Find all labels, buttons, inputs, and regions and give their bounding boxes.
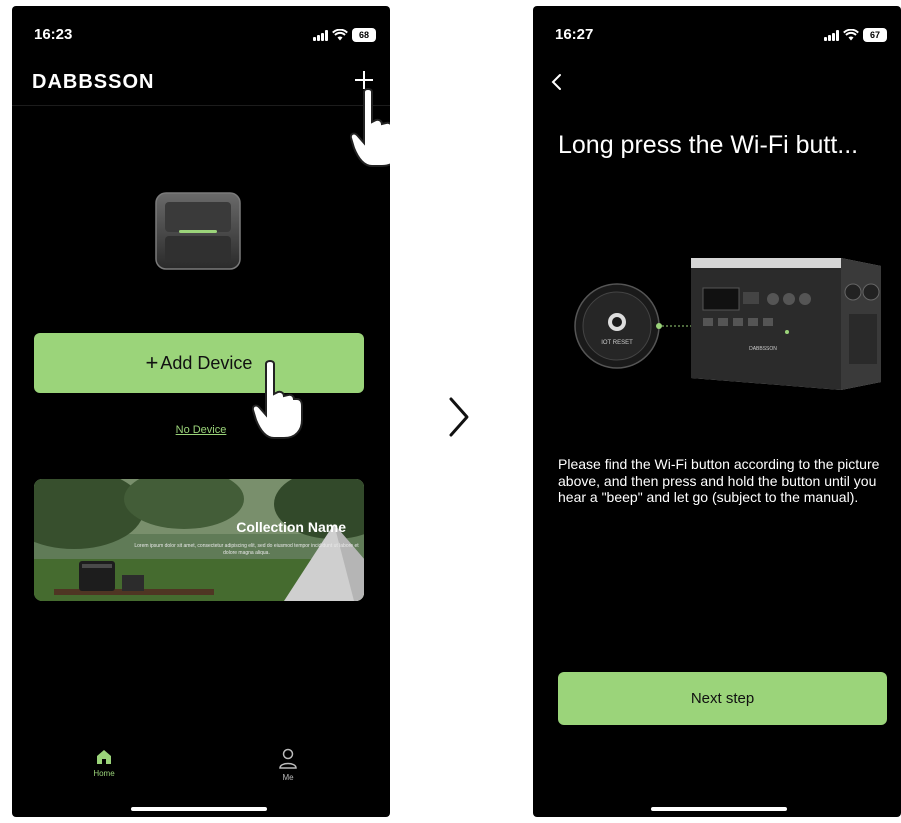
tab-home-label: Home [93, 769, 115, 778]
tap-hand-icon [349, 88, 390, 173]
tap-hand-icon [251, 360, 304, 445]
back-button[interactable] [547, 70, 567, 94]
tab-home[interactable]: Home [74, 748, 134, 778]
wifi-pairing-screen: 16:27 67 Long press the Wi-Fi butt... IO… [533, 6, 901, 817]
wifi-icon [332, 29, 348, 41]
power-station-image: IOT RESET DABBSSON [574, 258, 881, 390]
tab-me-label: Me [282, 773, 294, 782]
tab-me[interactable]: Me [258, 748, 318, 782]
add-device-label: Add Device [160, 352, 253, 373]
status-time: 16:27 [555, 26, 594, 43]
iot-reset-label: IOT RESET [601, 340, 633, 346]
device-illustration: IOT RESET DABBSSON [573, 244, 889, 394]
signal-icon [313, 29, 328, 41]
banner-subtitle: Lorem ipsum dolor sit amet, consectetur … [134, 543, 359, 556]
page-title: Long press the Wi-Fi butt... [558, 131, 859, 159]
next-step-button[interactable]: Next step [558, 672, 887, 725]
status-bar: 16:27 67 [533, 26, 901, 46]
status-time: 16:23 [34, 26, 73, 43]
collection-banner[interactable]: Collection Name Lorem ipsum dolor sit am… [34, 479, 364, 601]
person-icon [279, 748, 297, 769]
wifi-icon [843, 29, 859, 41]
banner-image [34, 479, 364, 601]
device-placeholder-icon [155, 192, 241, 270]
no-device-link[interactable]: No Device [12, 424, 390, 436]
device-brand-label: DABBSSON [749, 346, 777, 352]
chevron-right-icon [447, 395, 471, 439]
home-indicator [651, 807, 787, 811]
status-bar: 16:23 68 [12, 26, 390, 46]
add-device-button[interactable]: + Add Device [34, 333, 364, 393]
home-indicator [131, 807, 267, 811]
chevron-left-icon [551, 74, 561, 90]
brand-logo: DABBSSON [32, 71, 155, 93]
add-device-plus: + [145, 350, 159, 375]
battery-icon: 68 [352, 28, 376, 42]
header-divider [12, 105, 390, 106]
banner-title: Collection Name [236, 519, 346, 535]
battery-icon: 67 [863, 28, 887, 42]
instruction-text: Please find the Wi-Fi button according t… [558, 456, 880, 505]
signal-icon [824, 29, 839, 41]
home-icon [97, 750, 111, 764]
home-screen: 16:23 68 DABBSSON + Add Device No Device… [12, 6, 390, 817]
